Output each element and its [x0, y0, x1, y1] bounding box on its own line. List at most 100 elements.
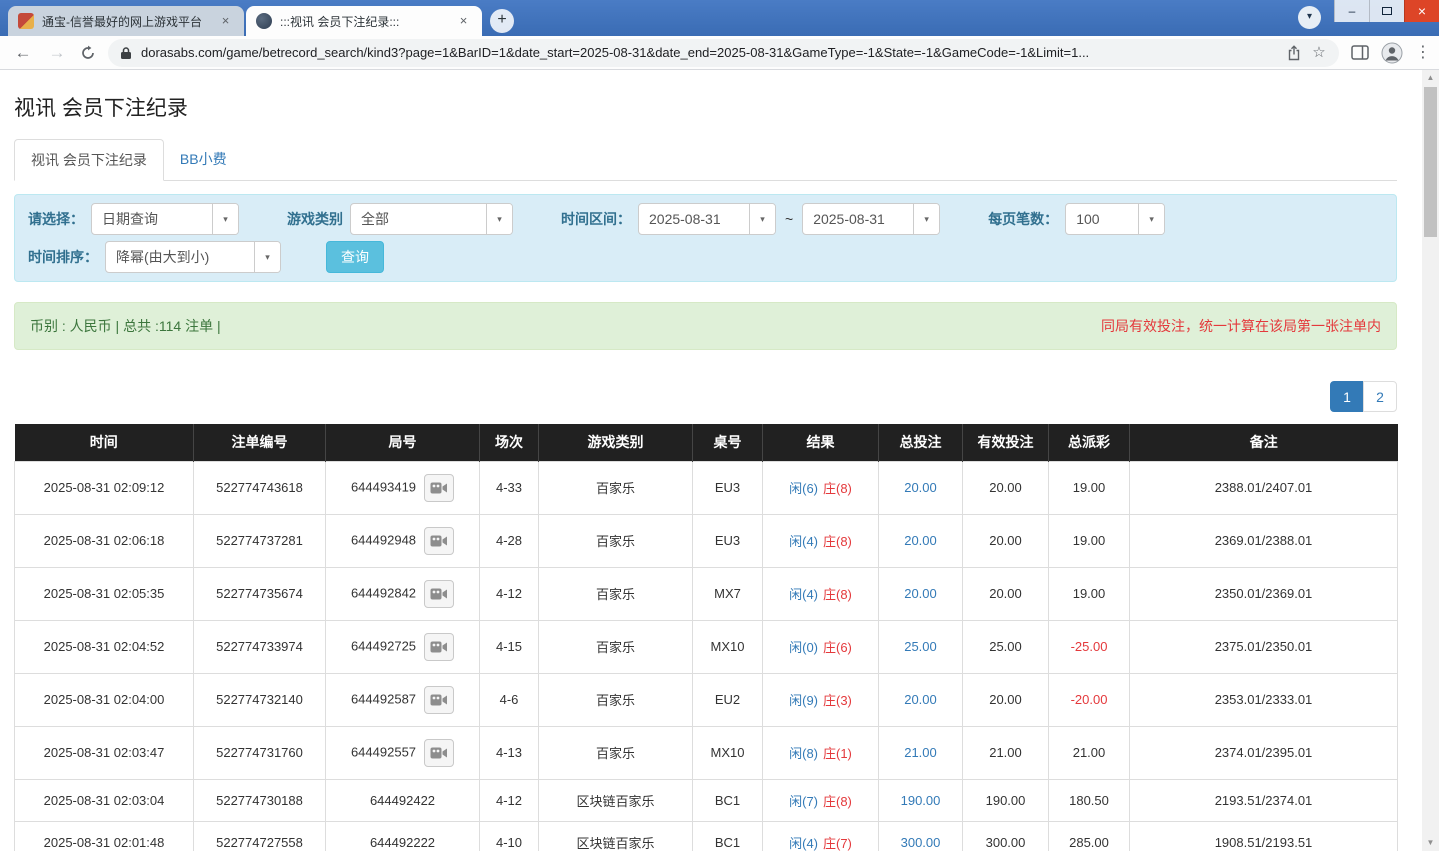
cell-bet-id: 522774731760 [193, 725, 326, 780]
cell-bet-id: 522774735674 [193, 566, 326, 621]
page-size-select[interactable]: 100 ▾ [1065, 203, 1166, 235]
pagination-page-2[interactable]: 2 [1363, 381, 1397, 412]
profile-avatar[interactable] [1381, 42, 1403, 64]
cell-result: 闲(4) 庄(7) [762, 820, 879, 851]
bet-table-head-row: 时间 注单编号 局号 场次 游戏类别 桌号 结果 总投注 有效投注 总派彩 备注 [14, 424, 1398, 461]
round-id-text: 644492948 [350, 531, 417, 547]
cell-valid-bet: 25.00 [962, 619, 1049, 674]
scrollbar-thumb[interactable] [1424, 87, 1437, 237]
tab-bb-tips[interactable]: BB小费 [164, 139, 243, 181]
result-player: 闲(4) [789, 534, 818, 549]
tab-search-button[interactable]: ▾ [1298, 6, 1321, 29]
cell-total-bet: 25.00 [878, 619, 963, 674]
cell-round-id: 644493419 [325, 460, 480, 515]
date-end-value: 2025-08-31 [813, 211, 885, 227]
cell-payout: 285.00 [1048, 820, 1130, 851]
new-tab-button[interactable]: + [490, 9, 514, 33]
cell-note: 2374.01/2395.01 [1129, 725, 1398, 780]
cell-payout: 21.00 [1048, 725, 1130, 780]
video-replay-icon[interactable] [424, 473, 455, 502]
share-icon[interactable] [1286, 44, 1302, 61]
cell-table-no: MX10 [692, 619, 763, 674]
cell-time: 2025-08-31 02:04:52 [14, 619, 194, 674]
cell-total-bet: 20.00 [878, 672, 963, 727]
cell-time: 2025-08-31 02:03:47 [14, 725, 194, 780]
cell-payout: -25.00 [1048, 619, 1130, 674]
browser-titlebar: 通宝-信誉最好的网上游戏平台 × :::视讯 会员下注纪录::: × + ▾ –… [0, 0, 1439, 36]
table-row: 2025-08-31 02:03:47 522774731760 6444925… [14, 725, 1398, 780]
page-size-label: 每页笔数： [988, 211, 1059, 227]
cell-bet-id: 522774730188 [193, 778, 326, 822]
cell-game-type: 百家乐 [538, 566, 693, 621]
total-bet-link[interactable]: 20.00 [904, 533, 937, 548]
tab-close-icon[interactable]: × [217, 13, 234, 30]
sort-order-value: 降幂(由大到小) [116, 249, 210, 265]
maximize-button[interactable] [1369, 0, 1404, 22]
table-row: 2025-08-31 02:06:18 522774737281 6444929… [14, 513, 1398, 568]
reload-button[interactable] [80, 45, 96, 61]
column-header: 结果 [762, 424, 879, 461]
cell-game-type: 百家乐 [538, 460, 693, 515]
total-bet-link[interactable]: 20.00 [904, 480, 937, 495]
query-type-select[interactable]: 日期查询 ▾ [91, 203, 239, 235]
cell-note: 2375.01/2350.01 [1129, 619, 1398, 674]
bookmark-star-icon[interactable]: ☆ [1311, 45, 1327, 60]
browser-tab-home[interactable]: 通宝-信誉最好的网上游戏平台 × [8, 6, 244, 36]
cell-payout: 19.00 [1048, 513, 1130, 568]
game-type-value: 全部 [361, 211, 389, 227]
chevron-down-icon: ▾ [254, 242, 280, 272]
vertical-scrollbar[interactable]: ▲ ▼ [1422, 70, 1439, 851]
result-player: 闲(4) [789, 587, 818, 602]
video-replay-icon[interactable] [424, 632, 455, 661]
cell-table-no: EU3 [692, 513, 763, 568]
query-type-label: 请选择： [28, 211, 84, 227]
search-button[interactable]: 查询 [326, 241, 384, 273]
video-replay-icon[interactable] [424, 526, 455, 555]
result-banker: 庄(3) [823, 693, 852, 708]
back-button[interactable]: ← [12, 44, 34, 61]
video-replay-icon[interactable] [424, 685, 455, 714]
cell-time: 2025-08-31 02:01:48 [14, 820, 194, 851]
total-bet-link[interactable]: 21.00 [904, 745, 937, 760]
cell-valid-bet: 20.00 [962, 513, 1049, 568]
total-bet-link[interactable]: 25.00 [904, 639, 937, 654]
total-bet-link[interactable]: 20.00 [904, 586, 937, 601]
address-bar[interactable]: dorasabs.com/game/betrecord_search/kind3… [108, 38, 1339, 67]
result-banker: 庄(8) [823, 793, 852, 809]
pagination-page-1[interactable]: 1 [1330, 381, 1364, 412]
browser-menu-icon[interactable]: ⋮ [1415, 44, 1431, 61]
minimize-button[interactable]: – [1334, 0, 1369, 22]
table-row: 2025-08-31 02:05:35 522774735674 6444928… [14, 566, 1398, 621]
result-banker: 庄(8) [823, 534, 852, 549]
result-player: 闲(9) [789, 693, 818, 708]
total-bet-link[interactable]: 190.00 [901, 793, 941, 808]
browser-tab-bet-records[interactable]: :::视讯 会员下注纪录::: × [246, 6, 482, 36]
video-replay-icon[interactable] [424, 738, 455, 767]
game-type-select[interactable]: 全部 ▾ [350, 203, 513, 235]
cell-table-no: MX7 [692, 566, 763, 621]
total-bet-link[interactable]: 20.00 [904, 692, 937, 707]
sort-order-select[interactable]: 降幂(由大到小) ▾ [105, 241, 281, 273]
total-bet-link[interactable]: 300.00 [901, 835, 941, 850]
table-row: 2025-08-31 02:03:04 522774730188 6444924… [14, 778, 1398, 822]
scroll-up-icon[interactable]: ▲ [1422, 70, 1439, 86]
tab-bet-records[interactable]: 视讯 会员下注纪录 [14, 139, 164, 181]
date-range-tilde: ~ [785, 211, 794, 227]
tab-close-icon[interactable]: × [455, 13, 472, 30]
side-panel-icon[interactable] [1351, 45, 1369, 60]
video-replay-icon[interactable] [424, 579, 455, 608]
cell-result: 闲(9) 庄(3) [762, 672, 879, 727]
close-button[interactable]: × [1404, 0, 1439, 22]
forward-button[interactable]: → [46, 44, 68, 61]
result-player: 闲(7) [789, 793, 818, 809]
scroll-down-icon[interactable]: ▼ [1422, 835, 1439, 851]
date-end-input[interactable]: 2025-08-31 ▾ [802, 203, 941, 235]
cell-time: 2025-08-31 02:04:00 [14, 672, 194, 727]
cell-table-no: BC1 [692, 820, 763, 851]
date-start-input[interactable]: 2025-08-31 ▾ [638, 203, 776, 235]
cell-result: 闲(4) 庄(8) [762, 513, 879, 568]
cell-game-type: 区块链百家乐 [538, 820, 693, 851]
lock-icon[interactable] [120, 46, 132, 60]
cell-session: 4-12 [479, 566, 539, 621]
result-banker: 庄(8) [823, 587, 852, 602]
